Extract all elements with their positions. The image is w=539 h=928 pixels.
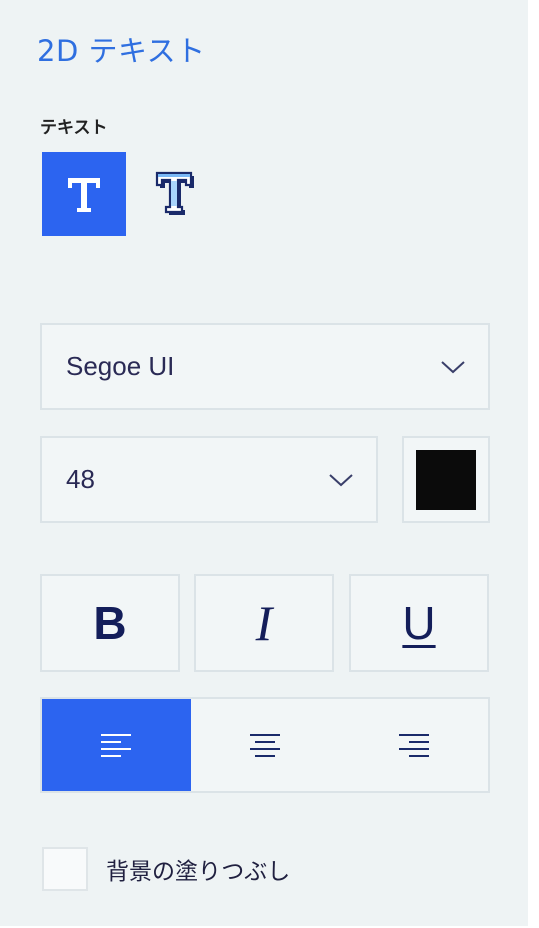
italic-icon: I: [255, 595, 273, 651]
alignment-group: [40, 697, 490, 793]
italic-button[interactable]: I: [194, 574, 334, 672]
3d-text-style-button[interactable]: [134, 152, 218, 236]
align-right-icon: [398, 734, 429, 757]
chevron-down-icon: [441, 360, 465, 373]
chevron-down-icon: [329, 473, 353, 486]
text-properties-panel: 2D テキスト テキスト Segoe UI 48 B I U 背景の塗りつぶし: [0, 0, 528, 926]
underline-button[interactable]: U: [349, 574, 489, 672]
font-family-value: Segoe UI: [66, 351, 175, 381]
bold-button[interactable]: B: [40, 574, 180, 672]
font-color-swatch: [416, 449, 476, 510]
font-size-dropdown[interactable]: 48: [40, 436, 378, 523]
font-size-value: 48: [66, 464, 95, 494]
underline-icon: U: [402, 597, 436, 649]
font-family-dropdown[interactable]: Segoe UI: [40, 323, 490, 410]
3d-text-icon: [155, 171, 194, 215]
background-fill-checkbox[interactable]: [42, 847, 88, 891]
bold-icon: B: [93, 597, 127, 649]
panel-title: 2D テキスト: [37, 34, 206, 68]
align-left-icon: [101, 734, 132, 757]
font-color-picker[interactable]: [402, 436, 490, 523]
text-section-label: テキスト: [40, 118, 108, 138]
plain-text-style-button[interactable]: [42, 152, 126, 236]
align-center-icon: [250, 734, 280, 757]
align-center-button[interactable]: [191, 699, 340, 791]
plain-text-icon: [68, 178, 100, 212]
align-right-button[interactable]: [339, 699, 488, 791]
align-left-button[interactable]: [42, 699, 191, 791]
background-fill-label: 背景の塗りつぶし: [106, 859, 291, 885]
